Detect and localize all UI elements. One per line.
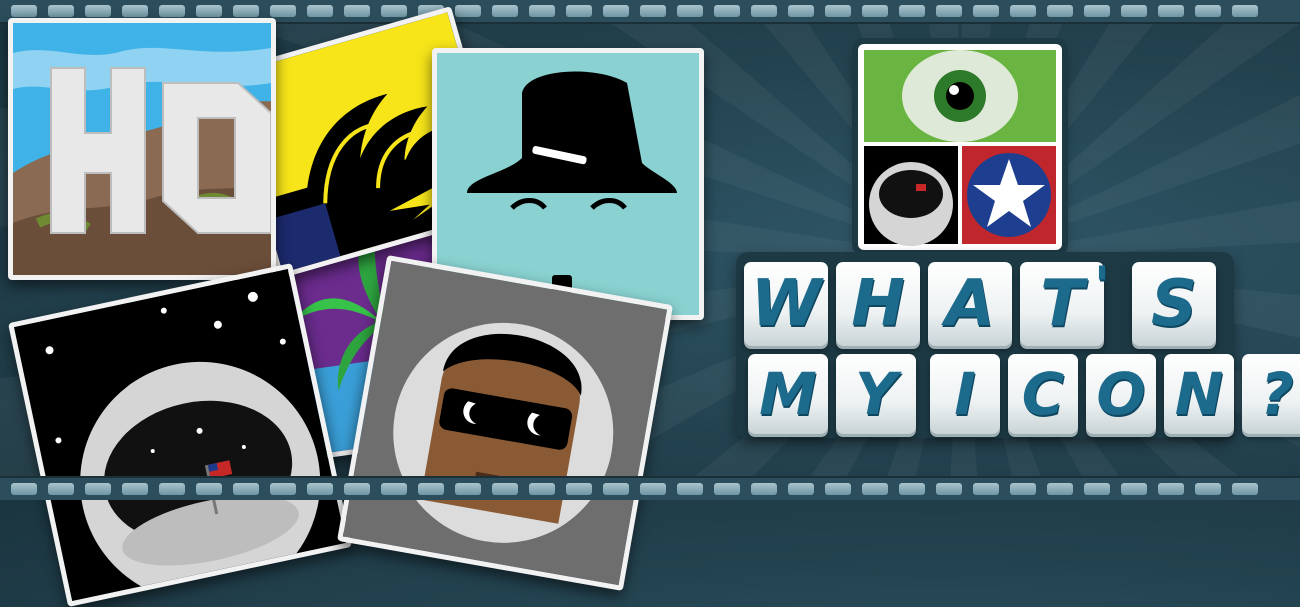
title-tile-w: W	[744, 262, 828, 346]
logo-icon-grid	[858, 44, 1062, 250]
hollywood-sign-icon	[8, 18, 276, 280]
title-apostrophe: '	[1094, 256, 1110, 316]
title-panel: W H A T S ' M Y I C O N ?	[736, 252, 1300, 438]
title-tile-i: I	[930, 354, 1000, 434]
title-tile-n: N	[1164, 354, 1234, 434]
men-in-black-agent-icon	[337, 255, 673, 591]
title-tile-y: Y	[836, 354, 916, 434]
title-tile-a: A	[928, 262, 1012, 346]
title-tile-m: M	[748, 354, 828, 434]
title-tile-o: O	[1086, 354, 1156, 434]
title-tile-t: T	[1020, 262, 1104, 346]
title-tile-s: S	[1132, 262, 1216, 346]
film-strip-bottom	[0, 476, 1300, 500]
title-tile-h: H	[836, 262, 920, 346]
title-tile-question: ?	[1242, 354, 1300, 434]
title-tile-c: C	[1008, 354, 1078, 434]
astronaut-small-icon	[864, 146, 958, 246]
captain-america-shield-icon	[962, 146, 1056, 244]
one-eyed-monster-icon	[864, 50, 1056, 142]
astronaut-icon	[8, 263, 352, 607]
